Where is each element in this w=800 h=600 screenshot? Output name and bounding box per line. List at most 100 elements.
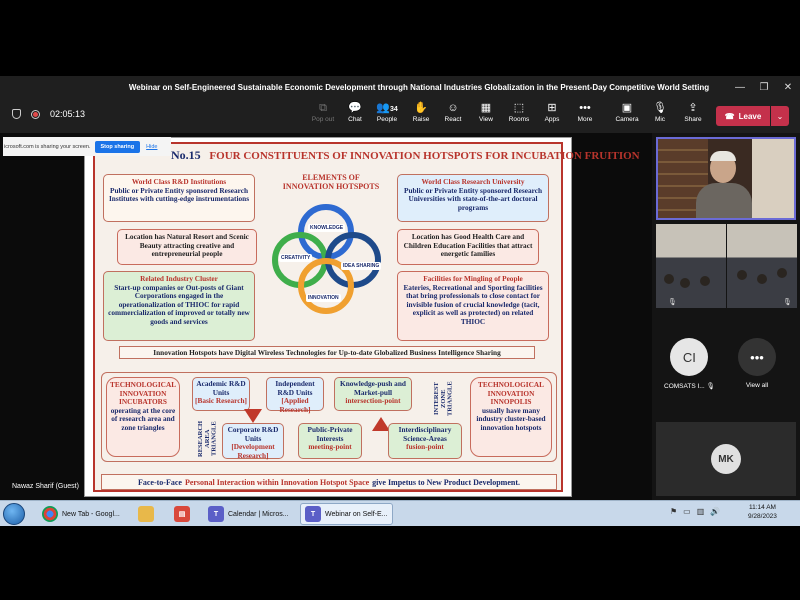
letterbox-top	[0, 0, 800, 76]
participant-ci[interactable]: CI COMSATS I... 🎙	[664, 338, 715, 390]
auditorium-video-tile-2[interactable]: 🎙	[727, 224, 797, 308]
people-button[interactable]: 👥34 People	[371, 100, 403, 132]
lower-section: TECHNOLOGICAL INNOVATION INCUBATORS oper…	[101, 372, 557, 462]
folder-icon	[138, 506, 154, 522]
footer-part-b: Personal Interaction within Innovation H…	[184, 477, 370, 487]
share-icon: ⇪	[688, 102, 698, 114]
restore-icon[interactable]: ❐	[752, 76, 776, 98]
rd-institutions-box: World Class R&D Institutions Public or P…	[103, 174, 255, 222]
interdisciplinary-sub: fusion-point	[406, 442, 444, 452]
camera-button[interactable]: ▣ Camera	[611, 100, 643, 132]
shared-slide: No.15 FOUR CONSTITUENTS OF INNOVATION HO…	[84, 137, 640, 497]
taskbar-explorer[interactable]	[134, 503, 158, 525]
attendee-silhouette	[664, 274, 674, 284]
taskbar-webinar[interactable]: T Webinar on Self-E...	[300, 503, 393, 525]
react-button[interactable]: ☺ React	[437, 100, 469, 132]
public-private-head: Public-Private Interests	[307, 425, 353, 443]
mic-off-icon: 🎙	[668, 299, 677, 306]
mic-off-icon: 🎙	[653, 102, 667, 114]
innovation-label: INNOVATION	[306, 294, 341, 302]
footer-part-a: Face-to-Face	[137, 477, 182, 487]
teams-icon: T	[305, 506, 321, 522]
view-button[interactable]: ▦ View	[470, 100, 502, 132]
apps-button[interactable]: ⊞ Apps	[536, 100, 568, 132]
chat-icon: 💬	[348, 102, 362, 114]
chat-button[interactable]: 💬 Chat	[339, 100, 371, 132]
minimize-icon[interactable]: —	[728, 76, 752, 98]
innopolis-body: usually have many industry cluster-based…	[476, 405, 546, 433]
mic-button[interactable]: 🎙 Mic	[644, 100, 676, 132]
incubators-body: operating at the core of research area a…	[110, 405, 176, 433]
taskbar-calendar[interactable]: T Calendar | Micros...	[204, 503, 293, 525]
research-triangle-icon	[244, 409, 262, 423]
innopolis-head: TECHNOLOGICAL INNOVATION INNOPOLIS	[477, 380, 545, 407]
participant-mk[interactable]: MK	[656, 422, 796, 496]
volume-icon[interactable]: 🔊	[710, 507, 720, 516]
research-university-body: Public or Private Entity sponsored Resea…	[403, 185, 543, 212]
taskbar-calendar-label: Calendar | Micros...	[228, 510, 289, 518]
slide-number: No.15	[171, 148, 201, 162]
attendee-silhouette	[700, 276, 710, 286]
popout-button[interactable]: ⧉ Pop out	[307, 100, 339, 132]
shield-icon[interactable]	[12, 109, 21, 119]
taskbar-webinar-label: Webinar on Self-E...	[325, 510, 388, 518]
leave-button[interactable]: ☎ Leave	[716, 106, 770, 126]
knowledge-label: KNOWLEDGE	[308, 224, 346, 232]
interest-zone-triangle-label: INTEREST ZONE TRIANGLE	[433, 381, 454, 417]
rd-institutions-body: Public or Private Entity sponsored Resea…	[108, 185, 250, 204]
more-icon: •••	[579, 102, 591, 114]
leave-dropdown[interactable]: ⌄	[771, 106, 789, 126]
mingling-body: Eateries, Recreational and Sporting faci…	[403, 282, 543, 327]
participant-ci-name: COMSATS I... 🎙	[664, 383, 715, 390]
attendee-silhouette	[777, 268, 787, 278]
taskbar-clock[interactable]: 11:14 AM 9/28/2023	[748, 504, 777, 522]
academic-rd-box: Academic R&D Units [Basic Research]	[192, 377, 250, 411]
idea-sharing-label: IDEA SHARING	[341, 262, 382, 270]
view-all-button[interactable]: ••• View all	[738, 338, 776, 389]
share-button[interactable]: ⇪ Share	[677, 100, 709, 132]
mic-off-icon: 🎙	[706, 383, 715, 390]
letterbox-bottom	[0, 526, 800, 600]
network-icon[interactable]: ▥	[697, 507, 705, 516]
rooms-icon: ⬚	[513, 102, 525, 114]
avatar: CI	[670, 338, 709, 376]
mingling-box: Facilities for Mingling of People Eateri…	[397, 271, 549, 341]
academic-rd-sub: [Basic Research]	[195, 396, 247, 406]
public-private-box: Public-Private Interests meeting-point	[298, 423, 362, 459]
more-button[interactable]: ••• More	[569, 100, 601, 132]
auditorium-video-tile-1[interactable]: 🎙	[656, 224, 726, 308]
incubators-box: TECHNOLOGICAL INNOVATION INCUBATORS oper…	[106, 377, 180, 457]
battery-icon[interactable]: ▭	[683, 507, 691, 516]
speaker-body	[696, 183, 752, 218]
smile-icon: ☺	[447, 102, 459, 114]
hide-share-bar-link[interactable]: Hide	[146, 144, 157, 150]
speaker-video-tile[interactable]	[656, 137, 796, 220]
attendee-silhouette	[680, 278, 690, 288]
stop-sharing-button[interactable]: Stop sharing	[94, 140, 141, 153]
apps-icon: ⊞	[547, 102, 557, 114]
meeting-toolbar: 02:05:13 ⧉ Pop out 💬 Chat 👥34 People ✋ R…	[0, 98, 800, 133]
rooms-button[interactable]: ⬚ Rooms	[503, 100, 535, 132]
phone-icon: ☎	[724, 111, 735, 121]
knowledge-push-box: Knowledge-push and Market-pull intersect…	[334, 377, 412, 411]
corporate-rd-sub: [Development Research]	[231, 442, 275, 460]
taskbar-chrome[interactable]: New Tab - Googl...	[38, 503, 124, 525]
popout-icon: ⧉	[319, 102, 327, 114]
teams-icon: T	[208, 506, 224, 522]
view-icon: ▦	[480, 102, 492, 114]
corporate-rd-head: Corporate R&D Units	[227, 425, 279, 443]
start-button[interactable]	[3, 503, 25, 525]
natural-resort-box: Location has Natural Resort and Scenic B…	[117, 229, 257, 265]
attendee-silhouette	[757, 274, 767, 284]
auditorium-scene	[727, 224, 797, 308]
raise-hand-button[interactable]: ✋ Raise	[405, 100, 437, 132]
flag-icon[interactable]: ⚑	[670, 507, 677, 516]
people-icon: 👥34	[376, 102, 398, 114]
innopolis-box: TECHNOLOGICAL INNOVATION INNOPOLIS usual…	[470, 377, 552, 457]
people-count: 34	[389, 106, 398, 113]
taskbar-app[interactable]: ▤	[170, 503, 194, 525]
academic-rd-head: Academic R&D Units	[196, 379, 246, 397]
slide-title: No.15 FOUR CONSTITUENTS OF INNOVATION HO…	[171, 148, 640, 163]
public-private-sub: meeting-point	[308, 442, 352, 452]
close-icon[interactable]: ✕	[776, 76, 800, 98]
